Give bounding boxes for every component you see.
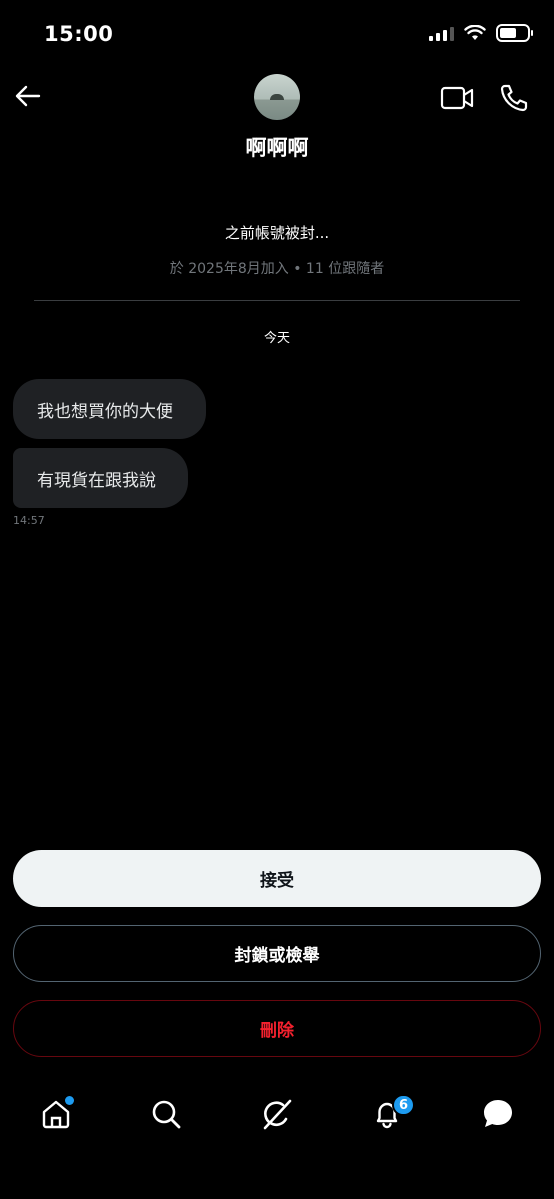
- block-or-report-button[interactable]: 封鎖或檢舉: [13, 925, 541, 982]
- profile-joined: 於 2025年8月加入 • 11 位跟隨者: [169, 261, 385, 277]
- chat-bubble-icon: [484, 1100, 512, 1127]
- battery-icon: [496, 24, 533, 42]
- conversation-header: 啊啊啊: [0, 70, 554, 170]
- profile-bio: 之前帳號被封...: [224, 224, 330, 242]
- contact-name[interactable]: 啊啊啊: [0, 132, 554, 162]
- bottom-tab-bar: 6: [0, 1080, 554, 1150]
- home-unread-dot: [65, 1096, 74, 1105]
- tab-home[interactable]: [36, 1094, 76, 1134]
- tab-notifications[interactable]: 6: [367, 1094, 416, 1134]
- cellular-signal-icon: [429, 25, 454, 41]
- day-separator: 今天: [263, 331, 290, 346]
- block-or-report-button-label: 封鎖或檢舉: [234, 946, 320, 966]
- status-icons: [429, 24, 533, 42]
- tab-messages[interactable]: [478, 1094, 518, 1134]
- video-camera-icon: [440, 86, 474, 110]
- message-bubble[interactable]: 我也想買你的大便: [13, 379, 206, 439]
- phone-icon: [500, 84, 528, 112]
- video-call-button[interactable]: [440, 84, 474, 112]
- arrow-left-icon: [15, 85, 41, 107]
- tab-search[interactable]: [146, 1094, 186, 1134]
- wifi-icon: [464, 25, 486, 40]
- back-button[interactable]: [12, 80, 44, 112]
- status-bar: 15:00: [0, 0, 554, 70]
- message-text: 我也想買你的大便: [37, 401, 173, 422]
- delete-button[interactable]: 刪除: [13, 1000, 541, 1057]
- accept-button[interactable]: 接受: [13, 850, 541, 907]
- accept-button-label: 接受: [260, 871, 294, 891]
- search-icon: [152, 1100, 181, 1129]
- divider: [34, 300, 520, 301]
- notifications-badge: 6: [392, 1094, 416, 1116]
- status-time: 15:00: [44, 22, 114, 46]
- delete-button-label: 刪除: [260, 1021, 294, 1041]
- contact-avatar[interactable]: [254, 74, 300, 120]
- message-bubble[interactable]: 有現貨在跟我說: [13, 448, 188, 508]
- tab-grok[interactable]: [257, 1094, 297, 1134]
- grok-icon: [263, 1099, 292, 1130]
- voice-call-button[interactable]: [498, 82, 530, 114]
- message-text: 有現貨在跟我說: [37, 470, 156, 491]
- message-timestamp: 14:57: [13, 514, 45, 527]
